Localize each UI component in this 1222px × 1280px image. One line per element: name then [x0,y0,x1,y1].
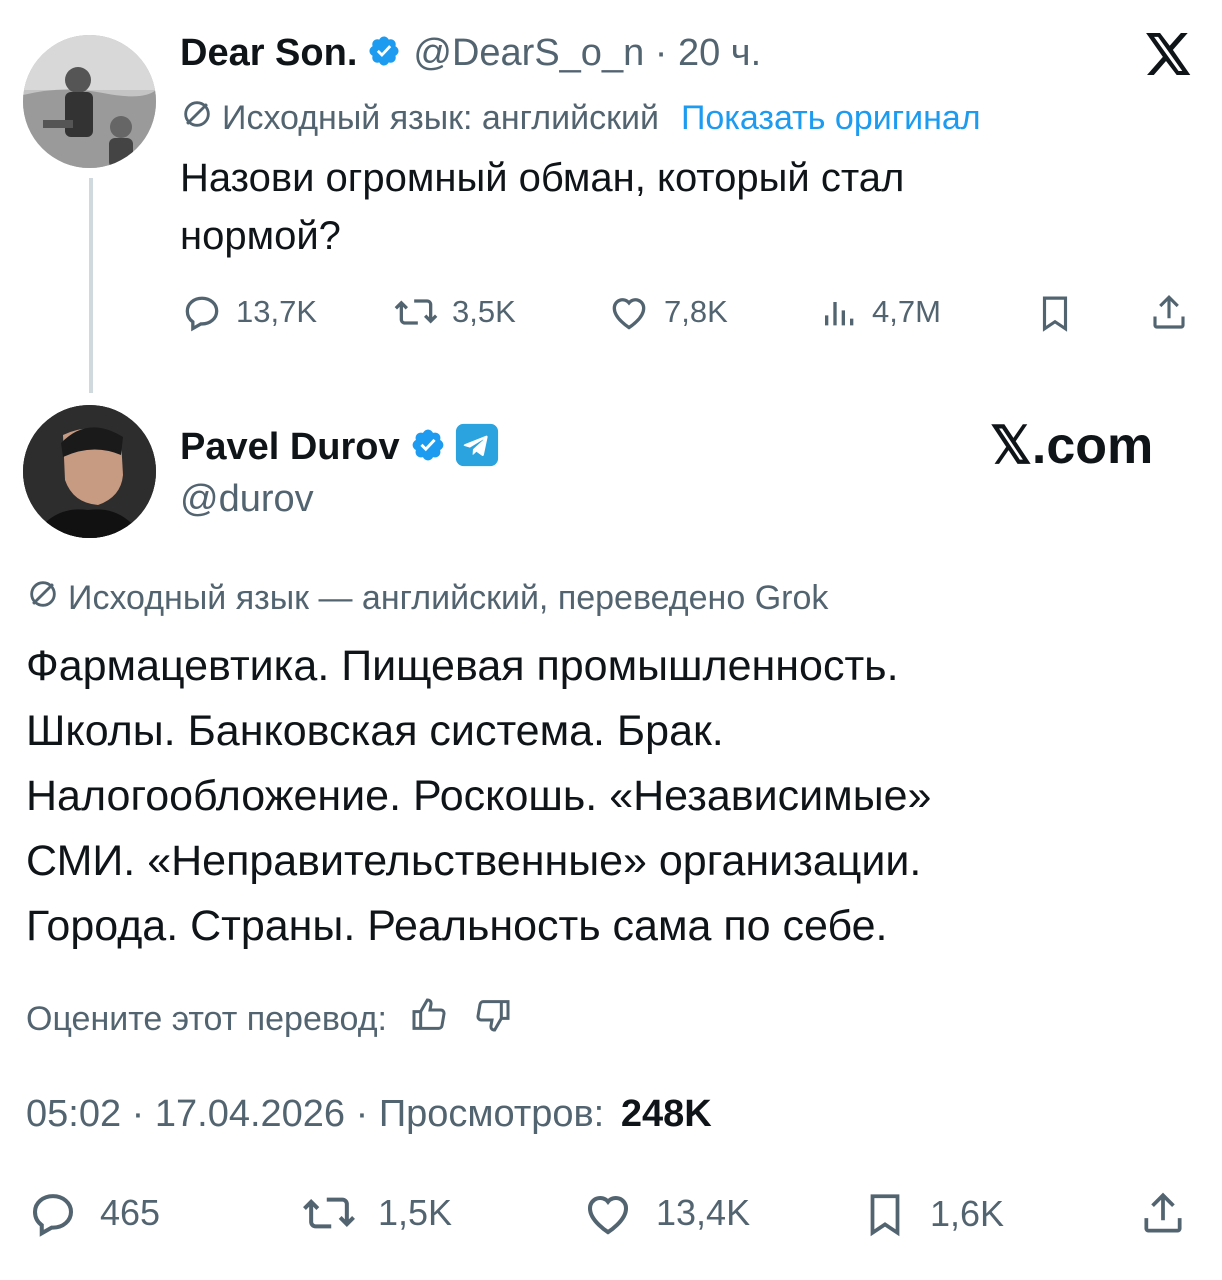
durov-handle[interactable]: @durov [180,478,314,521]
dear-son-avatar[interactable] [23,35,156,168]
like-button[interactable]: 7,8K [606,290,728,334]
durov-header: Pavel Durov [180,422,500,473]
share-button[interactable] [1138,1186,1188,1242]
reply-count: 13,7K [236,294,318,329]
views-button[interactable]: 4,7M [820,290,941,334]
durov-tweet-text: Фармацевтика. Пищевая промышленность. Шк… [26,634,931,959]
translate-icon [26,577,60,620]
tweet-text-line: СМИ. «Неправительственные» организации. [26,837,922,885]
share-icon [1144,1192,1182,1233]
durov-name[interactable]: Pavel Durov [180,426,400,469]
repost-icon [394,299,438,325]
telegram-icon[interactable] [454,422,500,473]
tweet-views-count[interactable]: 248K [621,1093,712,1135]
site-watermark: 𝕏.com [990,417,1154,475]
reply-button[interactable]: 465 [26,1186,160,1240]
tweet-text-line: Школы. Банковская система. Брак. [26,707,724,755]
show-original-link[interactable]: Показать оригинал [681,99,981,138]
thumbs-down-icon[interactable] [473,995,513,1044]
views-count: 4,7M [872,294,941,329]
bookmark-icon [870,1194,900,1237]
share-icon [1153,295,1185,329]
tweet-text-line: нормой? [180,214,341,258]
reply-icon [32,1194,74,1237]
bookmark-count: 1,6K [930,1193,1005,1234]
durov-translate-row: Исходный язык — английский, переведено G… [26,577,828,620]
bookmark-button[interactable]: 1,6K [860,1186,1004,1242]
verified-badge-icon [410,427,446,468]
repost-icon [303,1197,355,1229]
bookmark-button[interactable] [1034,290,1076,336]
x-logo-icon[interactable] [1146,33,1192,80]
reply-button[interactable]: 13,7K [180,290,317,334]
dear-son-handle-time[interactable]: @DearS_o_n · 20 ч. [413,32,761,75]
reply-count: 465 [100,1192,161,1233]
rate-translation-label: Оцените этот перевод: [26,1000,388,1038]
bookmark-icon [1042,296,1068,332]
like-count: 7,8K [664,294,728,329]
repost-count: 1,5K [378,1192,453,1233]
translate-icon [180,97,214,140]
dear-son-header: Dear Son. @DearS_o_n · 20 ч. [180,32,761,75]
tweet-text-line: Налогообложение. Роскошь. «Независимые» [26,772,932,820]
like-icon [587,1196,629,1235]
dear-son-translate-row: Исходный язык: английский Показать ориги… [180,97,981,140]
rate-translation-row: Оцените этот перевод: [26,995,513,1044]
repost-button[interactable]: 1,5K [300,1186,452,1240]
repost-count: 3,5K [452,294,516,329]
repost-button[interactable]: 3,5K [392,290,516,334]
thumbs-up-icon[interactable] [409,995,449,1044]
like-count: 13,4K [656,1192,751,1233]
tweet-text-line: Назови огромный обман, который стал [180,156,905,200]
dear-son-tweet-text: Назови огромный обман, который стал норм… [180,155,904,259]
tweet-text-line: Города. Страны. Реальность сама по себе. [26,902,888,950]
timestamp-row: 05:02 · 17.04.2026 · Просмотров: 248K [26,1093,712,1136]
views-icon [825,302,854,326]
like-icon [612,298,646,330]
tweet-text-line: Фармацевтика. Пищевая промышленность. [26,642,899,690]
tweet-timestamp[interactable]: 05:02 · 17.04.2026 · Просмотров: [26,1093,604,1135]
dear-son-name[interactable]: Dear Son. [180,32,357,75]
thread-connector-line [89,178,93,393]
share-button[interactable] [1148,290,1190,336]
durov-avatar[interactable] [23,405,156,538]
reply-icon [185,296,219,332]
like-button[interactable]: 13,4K [580,1186,750,1240]
dear-son-translate-note: Исходный язык: английский [222,99,659,137]
verified-badge-icon [367,34,401,73]
durov-translate-note: Исходный язык — английский, переведено G… [68,579,829,617]
